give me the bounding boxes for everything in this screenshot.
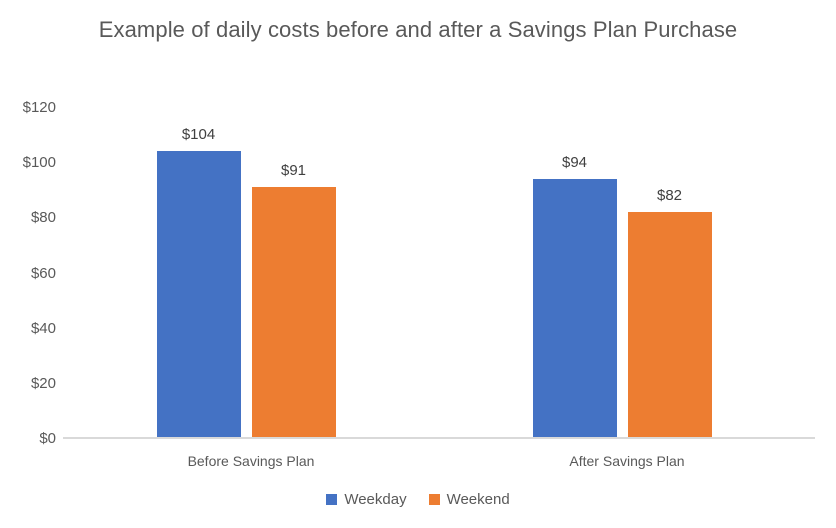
y-axis-tick-label: $20 <box>30 374 56 392</box>
bar[interactable] <box>627 211 712 438</box>
chart-container: Example of daily costs before and after … <box>0 0 836 528</box>
x-axis-category-label: After Savings Plan <box>569 453 685 469</box>
y-axis-tick-label: $120 <box>22 99 56 116</box>
category-axis-line <box>63 437 815 439</box>
y-axis-tick-label: $80 <box>30 209 56 227</box>
legend-item-weekday[interactable]: Weekday <box>326 491 407 508</box>
chart-title-line-2: Purchase <box>643 17 738 42</box>
plot-area: $104 $91 $94 $82 <box>63 107 815 438</box>
chart-legend: Weekday Weekend <box>0 492 836 507</box>
y-axis-tick-label: $100 <box>22 154 56 172</box>
y-axis-tick-label: $60 <box>30 264 56 282</box>
bar-data-label: $104 <box>181 126 216 144</box>
chart-title-line-1: Example of daily costs before and after … <box>98 17 638 42</box>
chart-title: Example of daily costs before and after … <box>58 14 778 45</box>
legend-swatch-icon <box>428 494 440 505</box>
legend-label: Weekday <box>344 491 407 508</box>
bar-data-label: $94 <box>561 153 588 171</box>
bar-data-label: $91 <box>280 161 307 179</box>
legend-label: Weekend <box>446 491 510 508</box>
x-axis-category-label: Before Savings Plan <box>187 453 315 469</box>
bar[interactable] <box>156 151 241 438</box>
bar[interactable] <box>532 178 617 438</box>
y-axis: $120 $100 $80 $60 $40 $20 $0 <box>0 0 56 528</box>
bar-data-label: $82 <box>656 186 683 204</box>
y-axis-tick-label: $40 <box>30 319 56 337</box>
legend-item-weekend[interactable]: Weekend <box>428 491 510 508</box>
legend-swatch-icon <box>326 494 338 505</box>
bar[interactable] <box>251 187 336 438</box>
y-axis-tick-label: $0 <box>39 430 56 447</box>
